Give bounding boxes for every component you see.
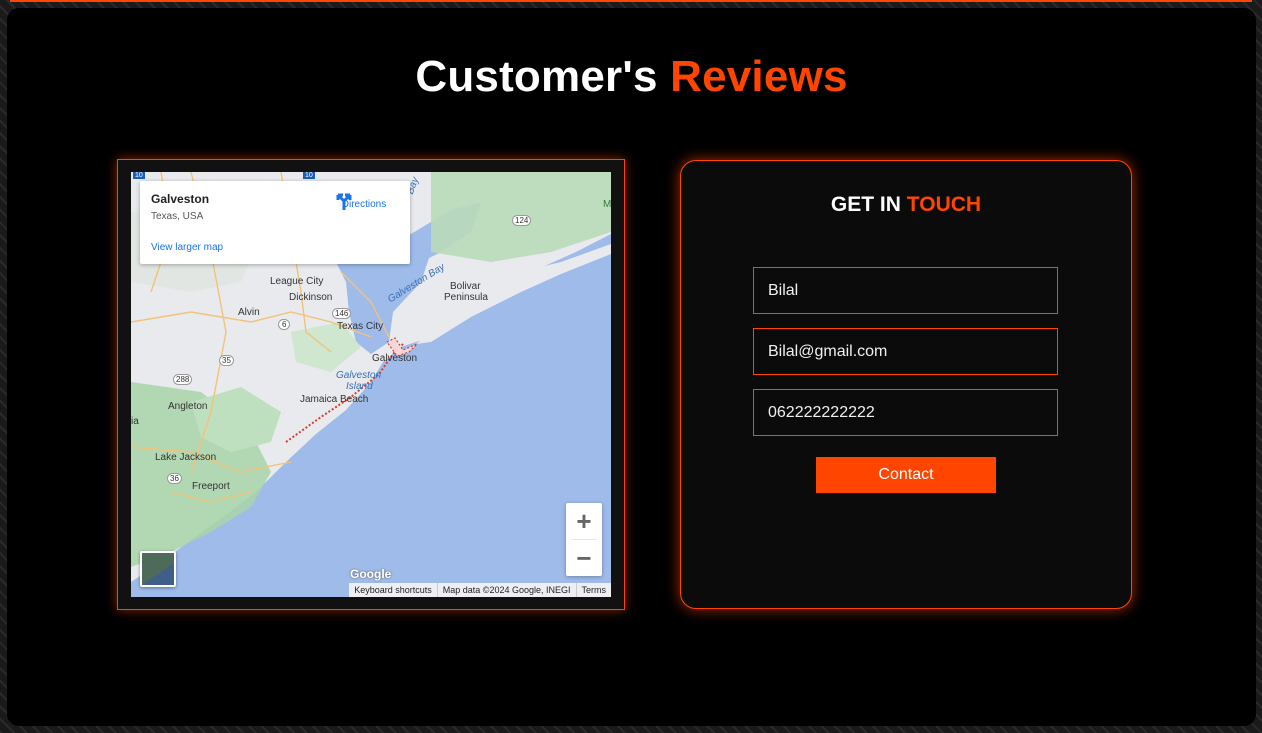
contact-title-accent: TOUCH xyxy=(906,193,982,216)
route-shield-10-a: 10 xyxy=(133,172,145,179)
title-white: Customer's xyxy=(415,52,658,101)
email-field[interactable] xyxy=(753,328,1058,375)
map-label-freeport: Freeport xyxy=(192,481,230,492)
place-subtitle: Texas, USA xyxy=(151,211,204,222)
map-data-credit: Map data ©2024 Google, INEGI xyxy=(436,583,576,597)
google-map[interactable]: League City Dickinson Alvin Texas City B… xyxy=(131,172,611,597)
route-shield-146: 146 xyxy=(332,308,352,319)
map-label-dickinson: Dickinson xyxy=(289,292,333,303)
map-label-jamaica-beach: Jamaica Beach xyxy=(300,394,369,405)
contact-title-white: GET IN xyxy=(830,193,901,216)
map-label-ia: ia xyxy=(131,416,139,427)
map-label-bolivar: Bolivar xyxy=(450,281,481,292)
contact-button[interactable]: Contact xyxy=(816,457,996,493)
top-accent-line xyxy=(10,0,1252,2)
route-shield-36: 36 xyxy=(167,473,182,484)
directions-button[interactable]: Directions xyxy=(334,191,394,210)
directions-icon xyxy=(336,193,352,210)
satellite-thumbnail-icon xyxy=(142,553,174,585)
map-label-angleton: Angleton xyxy=(168,401,208,412)
map-label-peninsula: Peninsula xyxy=(444,292,488,303)
map-label-m: M xyxy=(603,199,611,210)
zoom-out-button[interactable]: − xyxy=(566,540,602,576)
map-label-alvin: Alvin xyxy=(238,307,260,318)
place-info-card: Galveston Texas, USA View larger map Dir… xyxy=(140,181,410,264)
phone-field[interactable] xyxy=(753,389,1058,436)
route-shield-288: 288 xyxy=(173,374,193,385)
map-label-galveston-island-1: Galveston xyxy=(336,370,382,381)
route-shield-124: 124 xyxy=(512,215,532,226)
map-label-league-city: League City xyxy=(270,276,324,287)
zoom-in-button[interactable]: + xyxy=(566,503,602,539)
map-label-galveston: Galveston xyxy=(372,353,418,364)
terms-link[interactable]: Terms xyxy=(575,583,612,597)
contact-title: GET IN TOUCH xyxy=(681,193,1131,217)
map-attribution: Keyboard shortcuts Map data ©2024 Google… xyxy=(349,583,611,597)
route-shield-35: 35 xyxy=(219,355,234,366)
map-label-texas-city: Texas City xyxy=(337,321,384,332)
route-shield-10-b: 10 xyxy=(303,172,315,179)
google-logo: Google xyxy=(350,567,392,581)
name-field[interactable] xyxy=(753,267,1058,314)
map-type-toggle[interactable] xyxy=(140,551,176,587)
place-title: Galveston xyxy=(151,192,210,206)
keyboard-shortcuts-link[interactable]: Keyboard shortcuts xyxy=(349,583,437,597)
map-frame: League City Dickinson Alvin Texas City B… xyxy=(117,159,625,610)
contact-card: GET IN TOUCH Contact xyxy=(680,160,1132,609)
view-larger-map-link[interactable]: View larger map xyxy=(151,242,223,253)
section-title: Customer's Reviews xyxy=(7,52,1256,102)
title-accent: Reviews xyxy=(670,52,848,101)
zoom-control: + − xyxy=(566,503,602,576)
map-label-lake-jackson: Lake Jackson xyxy=(155,452,217,463)
map-label-galveston-island-2: Island xyxy=(346,381,373,392)
